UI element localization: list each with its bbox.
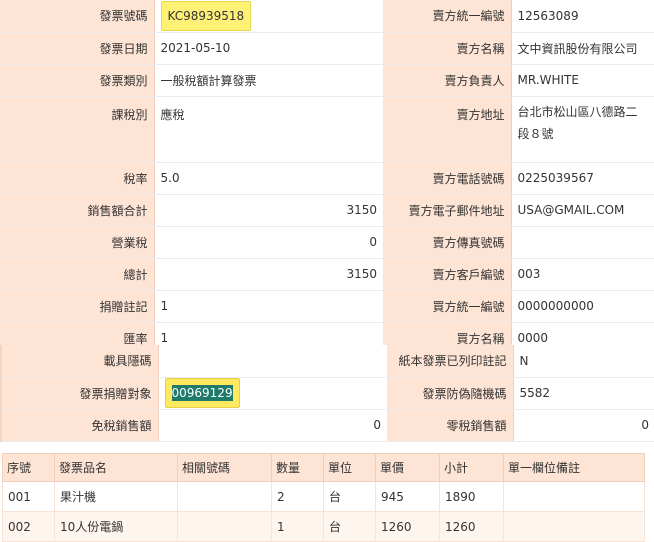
sales-total-value: 3150	[154, 194, 383, 227]
tax-free-sales-value: 0	[158, 409, 387, 442]
table-row: 001 果汁機 2 台 945 1890	[2, 481, 645, 512]
donation-target-label: 發票捐贈對象	[0, 377, 159, 410]
cell-seq: 002	[2, 511, 55, 542]
invoice-row: 課稅別 應稅 賣方地址 台北市松山區八德路二段８號	[0, 96, 654, 163]
seller-name-label: 賣方名稱	[383, 32, 512, 65]
buyer-tax-id-label: 買方統一編號	[383, 290, 512, 323]
paper-printed-value: N	[513, 345, 654, 378]
col-header-quantity: 數量	[271, 453, 324, 482]
tax-rate-value: 5.0	[154, 162, 383, 195]
tax-rate-label: 稅率	[0, 162, 155, 195]
cell-related-no	[177, 511, 272, 542]
invoice-number-label: 發票號碼	[0, 0, 155, 33]
carrier-code-value	[158, 345, 387, 378]
seller-phone-value: 0225039567	[511, 162, 654, 195]
items-header-row: 序號 發票品名 相關號碼 數量 單位 單價 小計 單一欄位備註	[2, 453, 645, 482]
random-code-label: 發票防偽隨機碼	[387, 377, 514, 410]
invoice-items-table: 序號 發票品名 相關號碼 數量 單位 單價 小計 單一欄位備註 001 果汁機 …	[2, 453, 645, 542]
invoice-row: 稅率 5.0 賣方電話號碼 0225039567	[0, 162, 654, 195]
col-header-unit: 單位	[323, 453, 376, 482]
seller-email-label: 賣方電子郵件地址	[383, 194, 512, 227]
paper-printed-label: 紙本發票已列印註記	[387, 345, 514, 378]
business-tax-value: 0	[154, 226, 383, 259]
seller-fax-label: 賣方傳真號碼	[383, 226, 512, 259]
buyer-tax-id-value: 0000000000	[511, 290, 654, 323]
donation-mark-value: 1	[154, 290, 383, 323]
seller-address-value: 台北市松山區八德路二段８號	[511, 96, 654, 163]
donation-mark-label: 捐贈註記	[0, 290, 155, 323]
cell-remark	[503, 481, 645, 512]
table-row: 002 10人份電鍋 1 台 1260 1260	[2, 511, 645, 542]
invoice-date-label: 發票日期	[0, 32, 155, 65]
invoice-type-value: 一般稅額計算發票	[154, 64, 383, 97]
cell-subtotal: 1890	[439, 481, 504, 512]
seller-email-value: USA@GMAIL.COM	[511, 194, 654, 227]
seller-name-value: 文中資訊股份有限公司	[511, 32, 654, 65]
seller-owner-label: 賣方負責人	[383, 64, 512, 97]
tax-free-sales-label: 免稅銷售額	[0, 409, 159, 442]
random-code-value: 5582	[513, 377, 654, 410]
invoice-row: 銷售額合計 3150 賣方電子郵件地址 USA@GMAIL.COM	[0, 194, 654, 227]
seller-address-label: 賣方地址	[383, 96, 512, 163]
cell-item-name: 10人份電鍋	[54, 511, 178, 542]
cell-quantity: 1	[271, 511, 324, 542]
invoice-row: 發票號碼 KC98939518 賣方統一編號 12563089	[0, 0, 654, 33]
extra-row: 載具隱碼 紙本發票已列印註記 N	[0, 345, 654, 378]
invoice-row: 發票日期 2021-05-10 賣方名稱 文中資訊股份有限公司	[0, 32, 654, 65]
sales-total-label: 銷售額合計	[0, 194, 155, 227]
carrier-code-label: 載具隱碼	[0, 345, 159, 378]
cell-unit: 台	[323, 481, 376, 512]
tax-category-label: 課稅別	[0, 96, 155, 163]
donation-target-value[interactable]: 00969129	[158, 377, 387, 410]
cell-quantity: 2	[271, 481, 324, 512]
cell-subtotal: 1260	[439, 511, 504, 542]
invoice-type-label: 發票類別	[0, 64, 155, 97]
grand-total-label: 總計	[0, 258, 155, 291]
donation-target-selected-text: 00969129	[171, 385, 233, 401]
invoice-extra-table: 載具隱碼 紙本發票已列印註記 N 發票捐贈對象 00969129 發票防偽隨機碼…	[0, 345, 654, 442]
cell-seq: 001	[2, 481, 55, 512]
cell-remark	[503, 511, 645, 542]
col-header-remark: 單一欄位備註	[503, 453, 645, 482]
invoice-row: 發票類別 一般稅額計算發票 賣方負責人 MR.WHITE	[0, 64, 654, 97]
extra-row: 發票捐贈對象 00969129 發票防偽隨機碼 5582	[0, 377, 654, 410]
invoice-row: 營業稅 0 賣方傳真號碼	[0, 226, 654, 259]
seller-owner-value: MR.WHITE	[511, 64, 654, 97]
seller-tax-id-label: 賣方統一編號	[383, 0, 512, 33]
invoice-number-highlight: KC98939518	[160, 0, 252, 31]
invoice-row: 總計 3150 賣方客戶編號 003	[0, 258, 654, 291]
invoice-info-table: 發票號碼 KC98939518 賣方統一編號 12563089 發票日期 202…	[0, 0, 654, 355]
seller-customer-id-label: 賣方客戶編號	[383, 258, 512, 291]
tax-category-value: 應稅	[154, 96, 383, 163]
col-header-related-no: 相關號碼	[177, 453, 272, 482]
extra-row: 免稅銷售額 0 零稅銷售額 0	[0, 409, 654, 442]
col-header-unit-price: 單價	[375, 453, 440, 482]
grand-total-value: 3150	[154, 258, 383, 291]
cell-unit: 台	[323, 511, 376, 542]
business-tax-label: 營業稅	[0, 226, 155, 259]
zero-tax-sales-label: 零稅銷售額	[387, 409, 514, 442]
cell-unit-price: 1260	[375, 511, 440, 542]
cell-related-no	[177, 481, 272, 512]
zero-tax-sales-value: 0	[513, 409, 654, 442]
seller-customer-id-value: 003	[511, 258, 654, 291]
col-header-seq: 序號	[2, 453, 55, 482]
cell-unit-price: 945	[375, 481, 440, 512]
invoice-number-value[interactable]: KC98939518	[154, 0, 383, 33]
seller-phone-label: 賣方電話號碼	[383, 162, 512, 195]
cell-item-name: 果汁機	[54, 481, 178, 512]
donation-target-highlight: 00969129	[164, 378, 240, 408]
invoice-date-value: 2021-05-10	[154, 32, 383, 65]
col-header-item-name: 發票品名	[54, 453, 178, 482]
invoice-row: 捐贈註記 1 買方統一編號 0000000000	[0, 290, 654, 323]
seller-fax-value	[511, 226, 654, 259]
col-header-subtotal: 小計	[439, 453, 504, 482]
seller-tax-id-value: 12563089	[511, 0, 654, 33]
